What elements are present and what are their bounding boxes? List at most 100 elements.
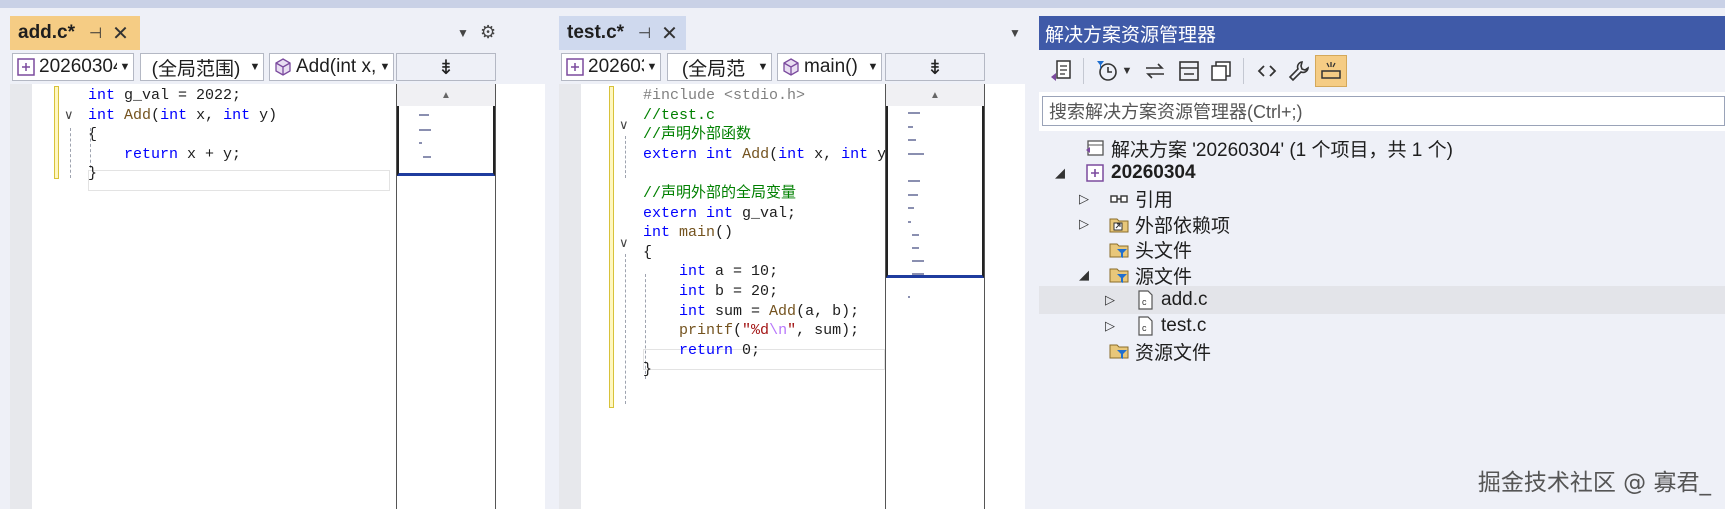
watermark-text: 掘金技术社区 @ 寡君_ [1477,470,1711,496]
tree-item[interactable]: ◢ 20260304 [1039,159,1725,187]
tab-list-dropdown-icon[interactable]: ▼ [1009,26,1021,40]
code-token: int [679,283,707,300]
show-all-files-icon [1211,61,1231,81]
tab-row: test.c* ⊣ ✕ ▼ [559,16,1025,50]
view-code-button[interactable] [1251,55,1283,87]
code-token: x, [187,106,224,124]
fold-collapse-icon[interactable]: ∨ [64,107,74,123]
navigation-bar: 20260304 ▼ (全局范围) ▼ Add(int x, ▼ ⇟ [10,50,545,84]
scope-dropdown[interactable]: (全局范围) ▼ [140,53,264,81]
split-window-button[interactable]: ⇟ [396,53,496,81]
tab-list-dropdown-icon[interactable]: ▼ [457,26,469,40]
fold-collapse-icon[interactable]: ∨ [619,117,629,133]
code-token: int [88,87,116,104]
scope-dropdown[interactable]: (全局范 ▼ [667,53,772,81]
code-token: () [715,224,734,242]
code-token: int [778,145,806,163]
code-token: 20 [751,283,770,300]
tree-item-label: 20260304 [1111,162,1196,184]
tree-item[interactable]: 头文件 [1039,236,1725,264]
sync-active-document-button[interactable] [1139,55,1171,87]
code-token: printf [679,322,734,340]
code-token: { [643,243,653,261]
code-token: int [841,145,869,163]
code-editor[interactable]: ∨ ∨ #include <stdio.h>//test.c//声明外部函数 ex… [559,84,1025,509]
minimap-line [908,153,924,155]
member-dropdown[interactable]: Add(int x, ▼ [269,53,394,81]
pin-icon[interactable]: ⊣ [89,24,102,42]
scope-dropdown-value: (全局范围) [151,58,241,80]
expand-arrow-icon[interactable]: ▷ [1077,191,1091,207]
minimap-line [419,142,422,144]
project-dropdown-value: 2026030 [588,56,644,77]
expand-arrow-icon[interactable]: ▷ [1103,292,1117,308]
preview-selected-items-button[interactable] [1315,55,1347,87]
code-token: int [679,263,707,281]
current-line-highlight [88,170,390,191]
member-dropdown[interactable]: main() ▼ [777,53,882,81]
expand-arrow-icon[interactable]: ▷ [1077,216,1091,232]
tree-item[interactable]: 解决方案 '20260304' (1 个项目，共 1 个) [1039,134,1725,162]
fold-collapse-icon[interactable]: ∨ [619,235,629,251]
code-editor[interactable]: ∨ int g_val = 2022; int Add(int x, int y)… [10,84,545,509]
tree-item-label: 引用 [1135,190,1174,212]
pin-icon[interactable]: ⊣ [638,24,651,42]
collapse-arrow-icon[interactable]: ◢ [1077,267,1091,283]
indent-guide [625,254,626,404]
minimap[interactable]: ▲ [885,84,985,509]
code-token: ; [751,341,761,359]
code-token: int [706,204,734,222]
code-token: #include <stdio.h> [643,87,806,104]
collapse-all-button[interactable] [1173,55,1205,87]
tab-test-c[interactable]: test.c* ⊣ ✕ [559,16,686,50]
tree-item-label: 头文件 [1135,241,1193,263]
scope-dropdown-value: (全局范 [681,58,746,80]
solution-search-input[interactable]: 搜索解决方案资源管理器(Ctrl+;) [1042,96,1725,126]
tree-item[interactable]: ◢ 源文件 [1039,261,1725,289]
code-line: int b = 20; [643,281,778,302]
minimap[interactable]: ▲ [396,84,496,509]
code-token: sum = [706,302,770,320]
code-line: { [88,124,97,145]
code-token: extern [643,204,698,222]
code-token: (a, b); [796,302,860,320]
minimap-scroll-up-icon[interactable]: ▲ [886,84,984,106]
expand-arrow-icon[interactable]: ▷ [1103,318,1117,334]
tree-item[interactable]: ▷ c add.c [1039,286,1725,315]
gear-icon[interactable]: ⚙ [480,22,496,43]
project-dropdown[interactable]: 20260304 ▼ [12,53,134,81]
minimap-line [419,114,429,116]
code-token: " [787,322,797,340]
project-icon [566,58,584,76]
code-line: printf("%d\n", sum); [643,320,859,341]
references-icon [1109,189,1129,209]
minimap-scroll-up-icon[interactable]: ▲ [397,84,495,106]
tab-row: add.c* ⊣ ✕ ▼ ⚙ [10,16,545,50]
tree-item[interactable]: 资源文件 [1039,337,1725,365]
show-all-files-button[interactable] [1205,55,1237,87]
minimap-line [912,234,919,236]
properties-button[interactable] [1283,55,1315,87]
project-dropdown[interactable]: 2026030 ▼ [561,53,661,81]
chevron-down-icon[interactable]: ▼ [1119,55,1135,87]
code-token: return [124,145,179,163]
method-cube-icon [783,58,799,76]
tree-item[interactable]: ▷ 引用 [1039,185,1725,213]
code-line: return x + y; [88,144,241,165]
filter-folder-icon [1109,265,1129,285]
tab-add-c[interactable]: add.c* ⊣ ✕ [10,16,140,50]
collapse-arrow-icon[interactable]: ◢ [1053,165,1067,181]
tree-item[interactable]: ▷ 外部依赖项 [1039,210,1725,238]
code-line: { [643,242,652,263]
split-window-button[interactable]: ⇟ [885,53,985,81]
switch-views-button[interactable] [1045,55,1077,87]
code-line: //test.c [643,105,715,126]
minimap-viewport[interactable] [397,106,495,176]
minimap-viewport[interactable] [886,106,984,278]
code-token: ( [733,322,743,340]
tree-item[interactable]: ▷ c test.c [1039,312,1725,340]
code-token: a = [706,263,752,281]
solution-explorer-panel: 解决方案资源管理器 ▼ 搜索解决方案资源管理器(Ctrl+;) 解决方案 '20 [1039,16,1725,509]
close-icon[interactable]: ✕ [661,21,678,46]
close-icon[interactable]: ✕ [112,21,129,46]
